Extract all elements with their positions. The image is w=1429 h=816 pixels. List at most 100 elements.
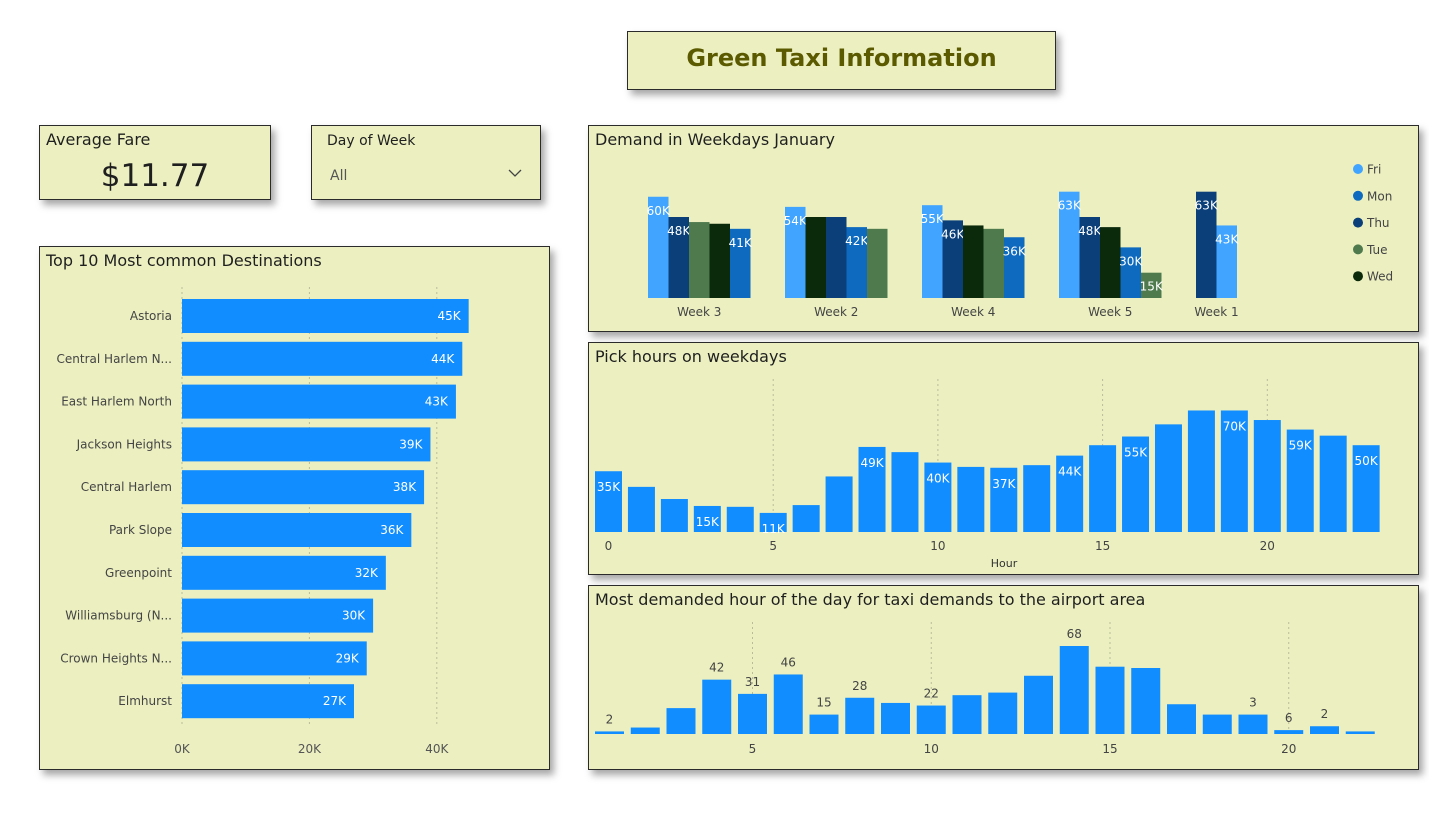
bar [1089, 445, 1117, 532]
day-of-week-selected[interactable]: All [330, 168, 347, 184]
data-label: 11K [762, 522, 786, 536]
data-label: 43K [1215, 232, 1239, 246]
x-tick-label: 15 [1102, 742, 1117, 756]
bar-tue [689, 222, 710, 298]
average-fare-label: Average Fare [46, 130, 151, 149]
x-tick-label: 15 [1095, 539, 1110, 553]
page-title: Green Taxi Information [686, 44, 997, 72]
bar [952, 695, 982, 734]
legend-label: Wed [1367, 270, 1393, 284]
data-label: 44K [431, 352, 455, 366]
bar [1131, 668, 1161, 734]
bar [1154, 424, 1182, 532]
x-tick-label: 40K [425, 742, 449, 756]
data-label: 38K [393, 480, 417, 494]
x-tick-label: 20 [1260, 539, 1275, 553]
bar [792, 505, 820, 532]
data-label: 30K [342, 609, 366, 623]
bar [182, 427, 431, 462]
category-label: East Harlem North [61, 395, 172, 409]
average-fare-value: $11.77 [100, 158, 210, 194]
x-tick-label: 20K [298, 742, 322, 756]
bar [1059, 646, 1089, 734]
legend-marker [1353, 190, 1363, 201]
x-tick-label: 0 [605, 539, 613, 553]
data-label: 15 [816, 696, 831, 710]
data-label: 30K [1119, 254, 1143, 268]
bar [182, 470, 425, 505]
bar-thu [826, 217, 847, 298]
category-label: Week 3 [677, 305, 721, 319]
x-axis-title: Hour [991, 557, 1018, 570]
bar [881, 702, 910, 734]
category-label: Jackson Heights [76, 437, 172, 451]
bar [1187, 410, 1215, 532]
bar [726, 506, 754, 532]
airport-chart-panel: Most demanded hour of the day for taxi d… [588, 585, 1419, 770]
category-label: Central Harlem [81, 480, 172, 494]
bar-wed [963, 225, 984, 298]
title-box: Green Taxi Information [627, 31, 1056, 90]
legend-marker [1353, 271, 1363, 282]
bar [916, 705, 946, 734]
legend-label: Mon [1367, 189, 1392, 203]
bar [666, 708, 696, 734]
chevron-down-icon[interactable] [507, 166, 523, 180]
data-label: 43K [425, 395, 449, 409]
destinations-chart: 0K 20K 40K Astoria 45K Central Harlem N... 44K… [57, 287, 469, 756]
bar [182, 513, 412, 547]
data-label: 36K [380, 523, 404, 537]
bar [1274, 730, 1304, 734]
data-label: 2 [1321, 707, 1329, 721]
legend-label: Fri [1367, 163, 1381, 177]
bar [845, 697, 875, 734]
bar [1238, 714, 1268, 734]
x-tick-label: 5 [769, 539, 777, 553]
data-label: 48K [667, 224, 691, 238]
data-label: 46K [941, 227, 965, 241]
bar [988, 692, 1018, 734]
data-label: 68 [1067, 627, 1082, 641]
data-label: 44K [1058, 465, 1082, 479]
data-label: 28 [852, 679, 867, 693]
data-label: 59K [1289, 439, 1313, 453]
bar [1024, 675, 1053, 734]
average-fare-card: Average Fare $11.77 [39, 125, 271, 200]
weekdays-chart: 60K 48K 41K Week 3 54K 42K Week 2 55K46K 36K Week… [647, 163, 1393, 320]
data-label: 3 [1249, 696, 1257, 710]
bar [627, 486, 655, 532]
data-label: 22 [924, 687, 939, 701]
legend-marker [1353, 217, 1363, 228]
x-tick-label: 5 [749, 742, 757, 756]
bar [891, 452, 919, 532]
day-of-week-slicer[interactable]: Day of Week All [311, 125, 541, 200]
data-label: 15K [1140, 280, 1164, 294]
bar [182, 299, 469, 333]
x-tick-label: 20 [1281, 742, 1296, 756]
bar-wed [709, 223, 730, 298]
category-label: Elmhurst [118, 694, 172, 708]
data-label: 50K [1355, 454, 1379, 468]
data-label: 15K [696, 515, 720, 529]
x-tick-label: 10 [930, 539, 945, 553]
x-tick-label: 0K [174, 742, 191, 756]
bar [595, 731, 624, 734]
category-label: Week 4 [951, 305, 995, 319]
data-label: 41K [729, 236, 753, 250]
data-label: 55K [921, 212, 945, 226]
category-label: Crown Heights N... [60, 651, 172, 665]
data-label: 54K [784, 214, 808, 228]
bar [630, 727, 660, 734]
data-label: 46 [781, 655, 796, 669]
legend-label: Thu [1366, 216, 1390, 230]
bar [1310, 726, 1339, 734]
category-label: Williamsburg (N... [65, 609, 172, 623]
category-label: Week 5 [1088, 305, 1132, 319]
data-label: 29K [336, 651, 360, 665]
legend-marker [1353, 164, 1363, 174]
data-label: 60K [647, 204, 671, 218]
data-label: 31 [745, 675, 760, 689]
bar [182, 341, 463, 376]
data-label: 63K [1195, 199, 1219, 213]
bar [957, 466, 985, 532]
